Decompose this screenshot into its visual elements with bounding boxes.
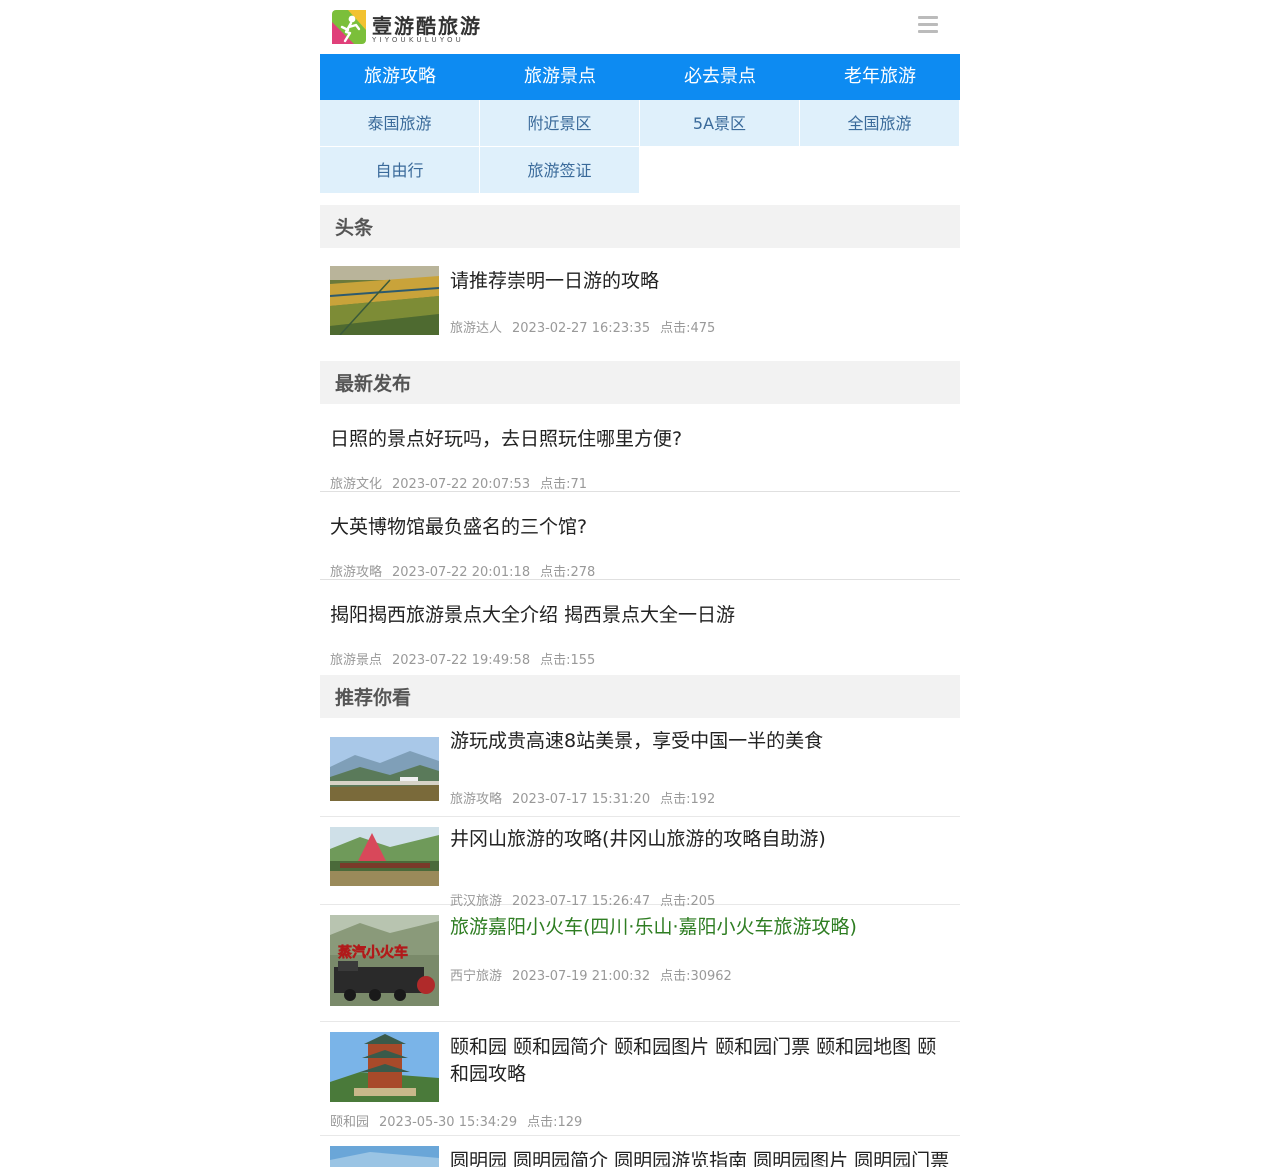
article-meta: 旅游景点 2023-07-22 19:49:58 点击:155: [330, 649, 605, 668]
article-time: 2023-07-19 21:00:32: [512, 969, 651, 984]
article-thumbnail[interactable]: [330, 1146, 439, 1167]
article-clicks: 点击:129: [527, 1115, 583, 1130]
section-title-recommend: 推荐你看: [320, 675, 960, 718]
nav-item-senior-travel[interactable]: 老年旅游: [800, 54, 960, 100]
nav-item-travel-guides[interactable]: 旅游攻略: [320, 54, 480, 100]
article-category[interactable]: 颐和园: [330, 1115, 369, 1130]
article-meta: 旅游文化 2023-07-22 20:07:53 点击:71: [330, 473, 597, 492]
article-meta: 西宁旅游 2023-07-19 21:00:32 点击:30962: [450, 965, 742, 984]
list-item[interactable]: 请推荐崇明一日游的攻略 旅游达人 2023-02-27 16:23:35 点击:47…: [320, 248, 960, 361]
article-title[interactable]: 大英博物馆最负盛名的三个馆?: [330, 512, 587, 539]
article-title[interactable]: 圆明园 圆明园简介 圆明园游览指南 圆明园图片 圆明园门票: [450, 1148, 950, 1167]
article-clicks: 点击:71: [540, 477, 588, 492]
list-item[interactable]: 大英博物馆最负盛名的三个馆? 旅游攻略 2023-07-22 20:01:18 点击…: [320, 492, 960, 580]
article-time: 2023-07-22 20:07:53: [392, 477, 531, 492]
article-clicks: 点击:192: [660, 792, 716, 807]
logo-text: 壹游酷旅游: [372, 14, 482, 38]
article-clicks: 点击:475: [660, 321, 716, 336]
article-category[interactable]: 旅游攻略: [330, 565, 382, 580]
article-clicks: 点击:30962: [660, 969, 732, 984]
article-title[interactable]: 颐和园 颐和园简介 颐和园图片 颐和园门票 颐和园地图 颐和园攻略: [450, 1034, 950, 1088]
article-thumbnail[interactable]: [330, 266, 439, 335]
section-title-headline: 头条: [320, 205, 960, 248]
article-thumbnail[interactable]: [330, 737, 439, 801]
primary-nav: 旅游攻略 旅游景点 必去景点 老年旅游: [320, 54, 960, 100]
subnav-item-free-travel[interactable]: 自由行: [320, 147, 480, 194]
section-title-latest: 最新发布: [320, 361, 960, 404]
article-time: 2023-02-27 16:23:35: [512, 321, 651, 336]
article-meta: 颐和园 2023-05-30 15:34:29 点击:129: [330, 1111, 592, 1130]
article-title[interactable]: 日照的景点好玩吗，去日照玩住哪里方便?: [330, 424, 682, 451]
article-meta: 旅游攻略 2023-07-22 20:01:18 点击:278: [330, 561, 605, 580]
hamburger-menu-icon[interactable]: [918, 16, 938, 34]
page: 壹游酷旅游 YIYOUKULUYOU 旅游攻略 旅游景点 必去景点 老年旅游 泰…: [320, 0, 960, 1167]
article-time: 2023-07-17 15:31:20: [512, 792, 651, 807]
article-time: 2023-05-30 15:34:29: [379, 1115, 518, 1130]
list-item[interactable]: 圆明园 圆明园简介 圆明园游览指南 圆明园图片 圆明园门票: [320, 1136, 960, 1167]
subnav-item-5a[interactable]: 5A景区: [640, 100, 800, 147]
article-title[interactable]: 旅游嘉阳小火车(四川·乐山·嘉阳小火车旅游攻略): [450, 918, 950, 937]
subnav-item-visa[interactable]: 旅游签证: [480, 147, 640, 194]
site-logo[interactable]: 壹游酷旅游 YIYOUKULUYOU: [332, 8, 480, 46]
article-clicks: 点击:278: [540, 565, 596, 580]
article-thumbnail[interactable]: 蒸汽小火车: [330, 915, 439, 1006]
subnav-item-national[interactable]: 全国旅游: [800, 100, 960, 147]
list-item[interactable]: 揭阳揭西旅游景点大全介绍 揭西景点大全一日游 旅游景点 2023-07-22 19…: [320, 580, 960, 668]
article-meta: 旅游攻略 2023-07-17 15:31:20 点击:192: [450, 788, 725, 807]
article-meta: 旅游达人 2023-02-27 16:23:35 点击:475: [450, 317, 725, 336]
article-thumbnail[interactable]: [330, 1032, 439, 1102]
subnav-item-thailand[interactable]: 泰国旅游: [320, 100, 480, 147]
list-item[interactable]: 颐和园 颐和园简介 颐和园图片 颐和园门票 颐和园地图 颐和园攻略 颐和园 202…: [320, 1022, 960, 1136]
nav-item-must-visit[interactable]: 必去景点: [640, 54, 800, 100]
list-item[interactable]: 游玩成贵高速8站美景，享受中国一半的美食 旅游攻略 2023-07-17 15:3…: [320, 718, 960, 817]
logo-subtitle: YIYOUKULUYOU: [372, 36, 464, 44]
list-item[interactable]: 井冈山旅游的攻略(井冈山旅游的攻略自助游) 武汉旅游 2023-07-17 15:…: [320, 817, 960, 909]
article-category[interactable]: 旅游达人: [450, 321, 502, 336]
article-category[interactable]: 西宁旅游: [450, 969, 502, 984]
logo-icon: [332, 10, 366, 44]
article-title[interactable]: 揭阳揭西旅游景点大全介绍 揭西景点大全一日游: [330, 600, 735, 627]
article-title[interactable]: 请推荐崇明一日游的攻略: [450, 268, 950, 295]
article-category[interactable]: 旅游景点: [330, 653, 382, 668]
site-header: 壹游酷旅游 YIYOUKULUYOU: [320, 0, 960, 54]
article-category[interactable]: 旅游攻略: [450, 792, 502, 807]
secondary-nav: 泰国旅游 附近景区 5A景区 全国旅游 自由行 旅游签证: [320, 100, 960, 194]
thumbnail-caption: 蒸汽小火车: [338, 944, 408, 961]
nav-item-attractions[interactable]: 旅游景点: [480, 54, 640, 100]
article-thumbnail[interactable]: [330, 827, 439, 886]
list-item[interactable]: 日照的景点好玩吗，去日照玩住哪里方便? 旅游文化 2023-07-22 20:07…: [320, 404, 960, 492]
article-time: 2023-07-22 19:49:58: [392, 653, 531, 668]
list-item[interactable]: 蒸汽小火车 旅游嘉阳小火车(四川·乐山·嘉阳小火车旅游攻略) 西宁旅游 2023-…: [320, 905, 960, 1022]
article-time: 2023-07-22 20:01:18: [392, 565, 531, 580]
article-title[interactable]: 游玩成贵高速8站美景，享受中国一半的美食: [450, 732, 950, 751]
subnav-item-nearby[interactable]: 附近景区: [480, 100, 640, 147]
article-title[interactable]: 井冈山旅游的攻略(井冈山旅游的攻略自助游): [450, 830, 950, 849]
article-category[interactable]: 旅游文化: [330, 477, 382, 492]
article-clicks: 点击:155: [540, 653, 596, 668]
